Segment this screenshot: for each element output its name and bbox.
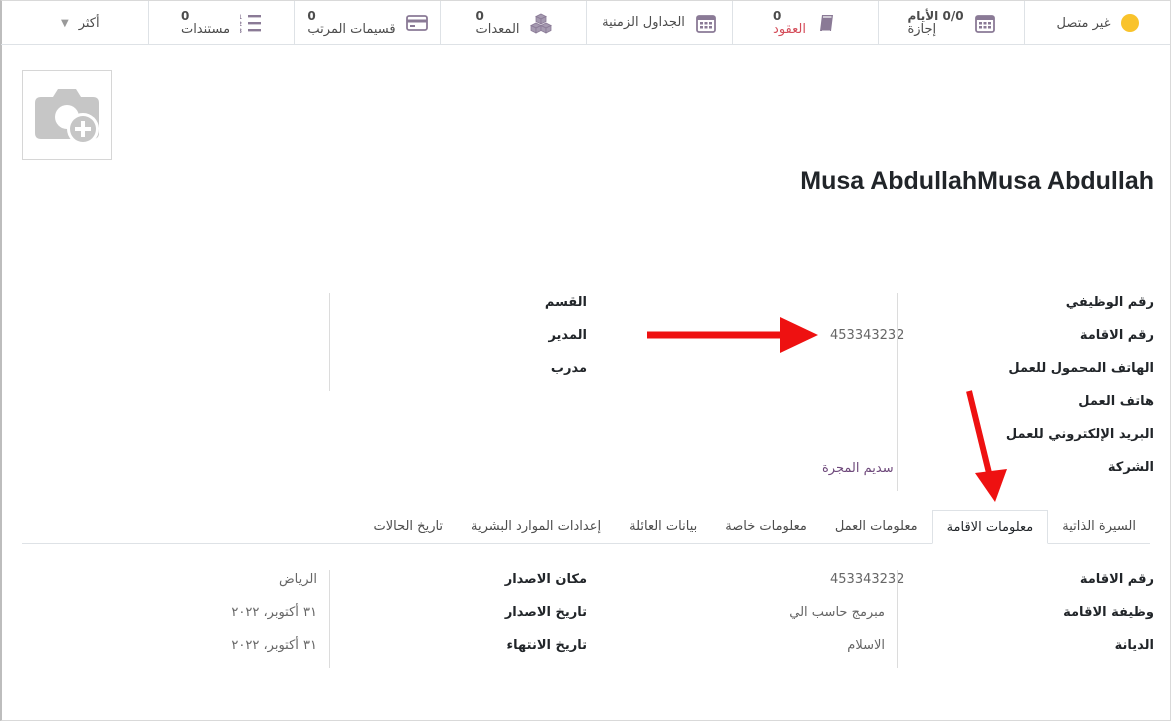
tab-resume[interactable]: السيرة الذاتية	[1048, 510, 1150, 544]
timesheets-label: الجداول الزمنية	[602, 15, 685, 30]
equipment-button[interactable]: 0 المعدات	[440, 1, 586, 45]
caret-down-icon: ▼	[61, 17, 69, 29]
residence-job-label: وظيفة الاقامة	[1063, 605, 1154, 620]
company-value[interactable]: سديم المجرة	[822, 461, 894, 476]
documents-button[interactable]: 123 0 مستندات	[148, 1, 294, 45]
issue-place-value[interactable]: الرياض	[279, 572, 317, 587]
calendar-icon	[974, 12, 996, 34]
cubes-icon	[529, 12, 552, 34]
residence-job-value[interactable]: مبرمج حاسب الي	[789, 605, 885, 620]
ordered-list-icon: 123	[240, 12, 262, 34]
residence-number-value[interactable]: 453343232	[830, 572, 904, 587]
timesheets-button[interactable]: الجداول الزمنية	[586, 1, 732, 45]
column-divider	[329, 570, 330, 668]
equipment-count: 0	[475, 9, 484, 23]
payslips-label: قسيمات المرتب	[307, 22, 396, 37]
employee-id-label: رقم الوظيفي	[1065, 295, 1154, 310]
svg-text:3: 3	[240, 28, 242, 34]
issue-date-value[interactable]: ٣١ أكتوبر، ٢٠٢٢	[231, 605, 317, 620]
work-email-label: البريد الإلكتروني للعمل	[1005, 427, 1154, 442]
camera-add-icon	[35, 89, 99, 145]
column-divider	[897, 570, 898, 668]
svg-text:1: 1	[240, 14, 242, 21]
employee-photo-upload[interactable]	[22, 70, 112, 160]
tab-residence-info[interactable]: معلومات الاقامة	[931, 510, 1049, 544]
contracts-label: العقود	[773, 22, 806, 37]
manager-label: المدير	[548, 328, 587, 343]
tab-family-info[interactable]: بيانات العائلة	[615, 510, 711, 544]
documents-count: 0	[180, 9, 190, 23]
payslips-count: 0	[307, 9, 316, 23]
form-tabs: السيرة الذاتية معلومات الاقامة معلومات ا…	[22, 510, 1150, 544]
issue-place-label: مكان الاصدار	[504, 572, 587, 587]
company-label: الشركة	[1107, 460, 1154, 475]
presence-status-button[interactable]: غير متصل	[1024, 1, 1170, 45]
calendar-icon	[695, 12, 717, 34]
contracts-button[interactable]: 0 العقود	[732, 1, 878, 45]
residence-number-label: رقم الاقامة	[1079, 328, 1154, 343]
work-mobile-label: الهاتف المحمول للعمل	[1008, 361, 1154, 376]
religion-label: الديانة	[1114, 638, 1154, 653]
tab-status-history[interactable]: تاريخ الحالات	[359, 510, 457, 544]
documents-label: مستندات	[180, 22, 231, 37]
payslips-button[interactable]: 0 قسيمات المرتب	[294, 1, 440, 45]
svg-text:2: 2	[240, 21, 242, 28]
equipment-label: المعدات	[475, 22, 520, 37]
smart-button-bar: غير متصل 0/0 الأيام إجازة 0 العقود الجدا…	[1, 1, 1170, 45]
tab-hr-settings[interactable]: إعدادات الموارد البشرية	[457, 510, 615, 544]
presence-status-label: غير متصل	[1056, 15, 1111, 31]
expiry-date-label: تاريخ الانتهاء	[506, 638, 587, 653]
tab-work-info[interactable]: معلومات العمل	[821, 510, 932, 544]
column-divider	[329, 293, 330, 391]
employee-name[interactable]: Musa AbdullahMusa Abdullah	[800, 167, 1154, 196]
leave-count: 0/0 الأيام	[907, 9, 964, 23]
work-phone-label: هاتف العمل	[1078, 394, 1154, 409]
contracts-count: 0	[773, 9, 782, 23]
expiry-date-value[interactable]: ٣١ أكتوبر، ٢٠٢٢	[231, 638, 317, 653]
leave-label: إجازة	[907, 22, 937, 37]
tab-private-info[interactable]: معلومات خاصة	[711, 510, 821, 544]
column-divider	[897, 293, 898, 491]
more-button[interactable]: أكثر ▼	[1, 1, 148, 45]
annotation-arrow-right	[647, 317, 818, 353]
residence-number-label: رقم الاقامة	[1079, 572, 1154, 587]
employee-form: غير متصل 0/0 الأيام إجازة 0 العقود الجدا…	[0, 0, 1171, 721]
issue-date-label: تاريخ الاصدار	[504, 605, 587, 620]
religion-value[interactable]: الاسلام	[847, 638, 885, 653]
more-label: أكثر	[78, 15, 100, 31]
leave-button[interactable]: 0/0 الأيام إجازة	[878, 1, 1024, 45]
book-icon	[816, 12, 838, 34]
coach-label: مدرب	[550, 361, 587, 376]
presence-status-dot	[1120, 14, 1139, 32]
credit-card-icon	[405, 12, 428, 34]
annotation-arrow-down	[966, 390, 1007, 502]
department-label: القسم	[544, 295, 587, 310]
residence-number-value[interactable]: 453343232	[830, 328, 904, 343]
